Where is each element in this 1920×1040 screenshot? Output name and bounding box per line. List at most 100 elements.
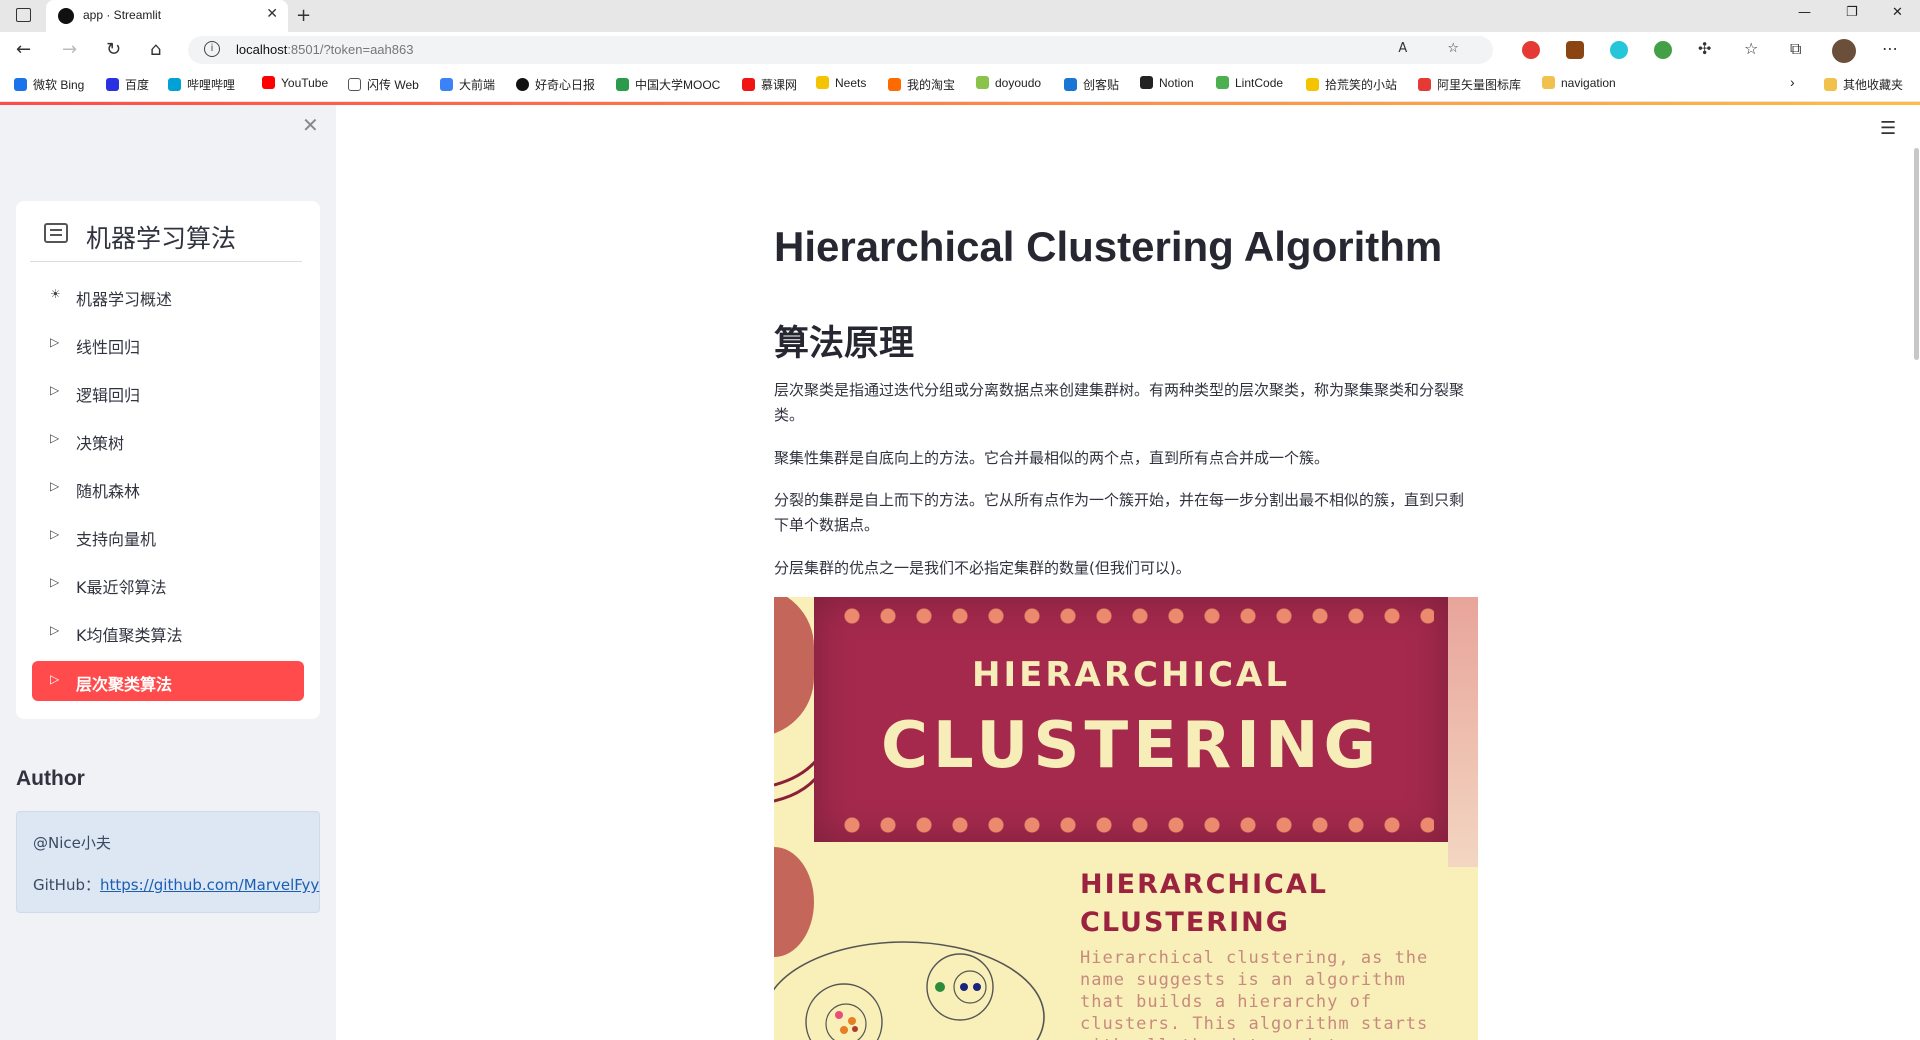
new-tab-icon[interactable]: + — [296, 5, 311, 26]
bookmark-chuangkit[interactable]: 创客贴 — [1064, 76, 1119, 93]
bookmark-iconfont[interactable]: 阿里矢量图标库 — [1418, 76, 1521, 93]
cluster-diagram-icon — [774, 941, 1045, 1040]
bookmark-label: Notion — [1159, 76, 1194, 90]
bookmark-frontend[interactable]: 大前端 — [440, 76, 495, 93]
hamburger-menu-icon[interactable]: ☰ — [1880, 118, 1896, 139]
neets-icon — [816, 76, 829, 89]
paragraph: 层次聚类是指通过迭代分组或分离数据点来创建集群树。有两种类型的层次聚类，称为聚集… — [774, 381, 1465, 424]
play-icon: ▷ — [50, 431, 60, 445]
menu-item-overview[interactable]: ☀ 机器学习概述 — [32, 276, 304, 316]
url-host: localhost — [236, 42, 288, 57]
list-icon — [44, 223, 68, 243]
address-bar[interactable]: i localhost:8501/?token=aah863 A ☆ — [188, 36, 1493, 64]
other-bookmarks-label: 其他收藏夹 — [1843, 78, 1904, 92]
extension-icon[interactable] — [1654, 41, 1672, 59]
bookmark-mooc[interactable]: 中国大学MOOC — [616, 76, 720, 93]
menu-item-label: 线性回归 — [76, 338, 141, 357]
menu-item-label: 层次聚类算法 — [76, 675, 173, 694]
bookmark-label: 慕课网 — [761, 78, 798, 92]
menu-item-logistic-regression[interactable]: ▷ 逻辑回归 — [32, 372, 304, 412]
bookmark-navigation[interactable]: navigation — [1542, 76, 1616, 90]
menu-item-label: K最近邻算法 — [76, 578, 167, 597]
bookmark-bilibili[interactable]: 哔哩哔哩 — [168, 76, 235, 93]
bookmark-qdaily[interactable]: 好奇心日报 — [516, 76, 595, 93]
bookmark-label: 拾荒笑的小站 — [1325, 78, 1398, 92]
close-tab-icon[interactable]: ✕ — [266, 6, 278, 22]
profile-avatar[interactable] — [1832, 39, 1856, 63]
qdaily-icon — [516, 78, 529, 91]
bookmark-shanchuan[interactable]: 闪传 Web — [348, 76, 419, 93]
menu-item-knn[interactable]: ▷ K最近邻算法 — [32, 564, 304, 604]
restore-icon[interactable]: ❐ — [1846, 5, 1858, 20]
forward-icon[interactable]: → — [62, 39, 77, 60]
doyoudo-icon — [976, 76, 989, 89]
bookmark-blog[interactable]: 拾荒笑的小站 — [1306, 76, 1397, 93]
play-icon: ▷ — [50, 383, 60, 397]
bilibili-icon — [168, 78, 181, 91]
bookmark-lintcode[interactable]: LintCode — [1216, 76, 1283, 90]
bookmark-taobao[interactable]: 我的淘宝 — [888, 76, 955, 93]
bookmark-notion[interactable]: Notion — [1140, 76, 1194, 90]
collections-icon[interactable]: ⧉ — [1790, 39, 1801, 59]
bookmark-imooc[interactable]: 慕课网 — [742, 76, 797, 93]
home-icon[interactable]: ⌂ — [150, 39, 161, 60]
bookmark-label: Neets — [835, 76, 867, 90]
adblock-icon[interactable] — [1522, 41, 1540, 59]
bookmark-bing[interactable]: 微软 Bing — [14, 76, 84, 93]
paragraph: 分裂的集群是自上而下的方法。它从所有点作为一个簇开始，并在每一步分割出最不相似的… — [774, 491, 1465, 534]
bookmark-label: navigation — [1561, 76, 1616, 90]
taobao-icon — [888, 78, 901, 91]
back-icon[interactable]: ← — [16, 39, 31, 60]
bing-icon — [14, 78, 27, 91]
bookmark-label: 阿里矢量图标库 — [1437, 78, 1522, 92]
menu-item-label: 逻辑回归 — [76, 386, 141, 405]
bookmarks-overflow-icon[interactable]: › — [1790, 74, 1795, 90]
bookmark-neets[interactable]: Neets — [816, 76, 866, 90]
bookmark-youtube[interactable]: YouTube — [262, 76, 328, 90]
minimize-icon[interactable]: — — [1798, 5, 1811, 20]
read-aloud-icon[interactable]: A ☆ — [1398, 41, 1477, 56]
bookmark-baidu[interactable]: 百度 — [106, 76, 149, 93]
menu-item-decision-tree[interactable]: ▷ 决策树 — [32, 420, 304, 460]
other-bookmarks[interactable]: 其他收藏夹 — [1824, 76, 1903, 93]
extensions-puzzle-icon[interactable]: ✣ — [1698, 39, 1711, 58]
poster-dots — [834, 608, 1434, 624]
page-scrollbar[interactable] — [1914, 148, 1919, 360]
bookmark-label: 大前端 — [459, 78, 496, 92]
section-heading: 算法原理 — [774, 324, 915, 364]
bookmark-label: 闪传 Web — [367, 78, 419, 92]
github-label: GitHub： — [33, 876, 100, 894]
menu-item-linear-regression[interactable]: ▷ 线性回归 — [32, 324, 304, 364]
notion-icon — [1140, 76, 1153, 89]
close-sidebar-icon[interactable]: ✕ — [302, 113, 319, 137]
frontend-icon — [440, 78, 453, 91]
site-info-icon[interactable]: i — [204, 41, 220, 57]
browser-tab[interactable]: app · Streamlit ✕ — [46, 0, 288, 32]
poster-banner-big-text: CLUSTERING — [880, 709, 1382, 783]
bookmark-label: 中国大学MOOC — [635, 78, 721, 92]
more-menu-icon[interactable]: ⋯ — [1882, 39, 1898, 58]
author-heading: Author — [16, 767, 85, 790]
bookmark-doyoudo[interactable]: doyoudo — [976, 76, 1041, 90]
poster-banner-small-text: HIERARCHICAL — [972, 655, 1290, 695]
hierarchical-clustering-poster-image: HIERARCHICAL CLUSTERING HIERARCHICAL CLU… — [774, 597, 1478, 1040]
tab-actions-icon[interactable] — [16, 8, 31, 22]
sidebar: ✕ 机器学习算法 ☀ 机器学习概述 ▷ 线性回归 ▷ 逻辑回归 ▷ 决策树 ▷ … — [0, 105, 336, 1040]
url-text[interactable]: localhost:8501/?token=aah863 — [236, 42, 413, 57]
poster-subheading-line2: CLUSTERING — [1080, 907, 1290, 938]
menu-item-label: 决策树 — [76, 434, 125, 453]
menu-item-hierarchical-clustering[interactable]: ▷ 层次聚类算法 — [32, 661, 304, 701]
favorites-icon[interactable]: ☆ — [1744, 39, 1758, 58]
github-link[interactable]: https://github.com/MarvelFyy — [100, 876, 319, 894]
refresh-icon[interactable]: ↻ — [106, 39, 121, 60]
menu-item-random-forest[interactable]: ▷ 随机森林 — [32, 468, 304, 508]
bookmark-label: 微软 Bing — [33, 78, 85, 92]
url-rest: :8501/?token=aah863 — [287, 42, 414, 57]
close-window-icon[interactable]: ✕ — [1892, 5, 1903, 20]
extension-icon[interactable] — [1610, 41, 1628, 59]
imooc-icon — [742, 78, 755, 91]
menu-item-kmeans[interactable]: ▷ K均值聚类算法 — [32, 612, 304, 652]
option-menu: 机器学习算法 ☀ 机器学习概述 ▷ 线性回归 ▷ 逻辑回归 ▷ 决策树 ▷ 随机… — [16, 201, 320, 719]
extension-icon[interactable] — [1566, 41, 1584, 59]
menu-item-svm[interactable]: ▷ 支持向量机 — [32, 516, 304, 556]
